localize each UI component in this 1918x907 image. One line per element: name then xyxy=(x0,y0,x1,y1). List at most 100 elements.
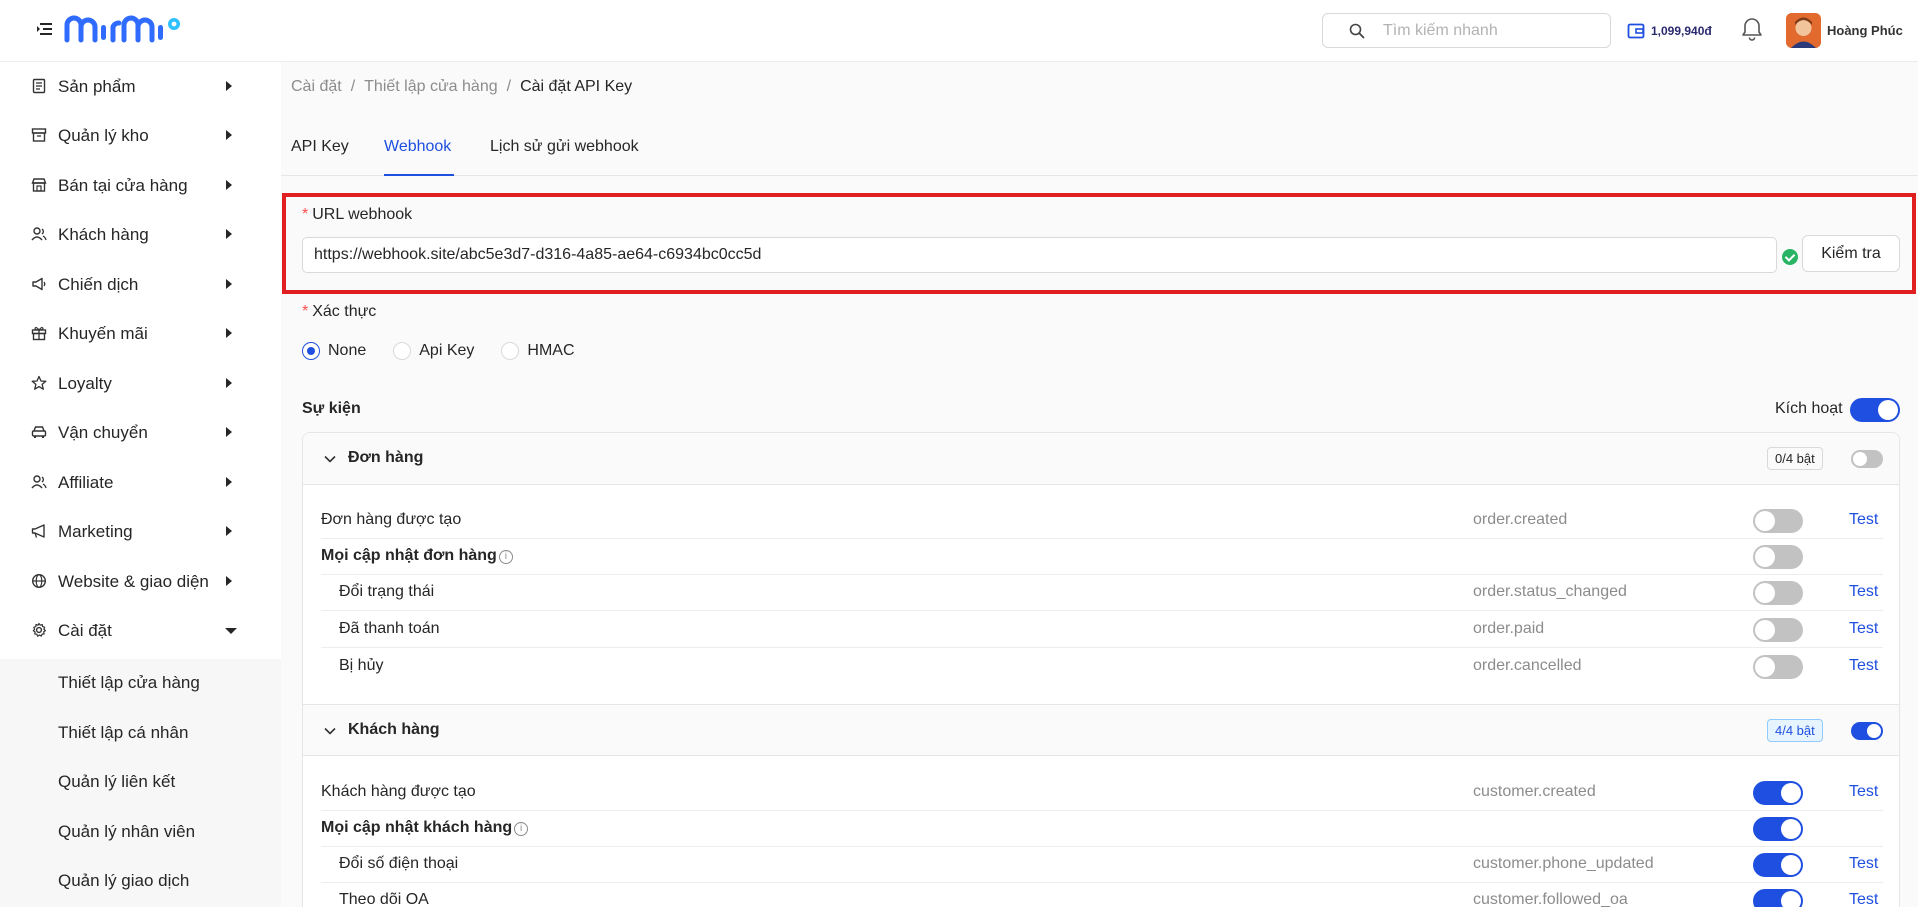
info-icon[interactable]: i xyxy=(498,550,513,564)
auth-option-hmac[interactable]: HMAC xyxy=(501,342,575,360)
tab-webhook-history[interactable]: Lịch sử gửi webhook xyxy=(490,136,639,176)
event-row: Đơn hàng được tạo order.created Test xyxy=(321,503,1883,539)
group-count-badge: 0/4 bật xyxy=(1767,447,1823,470)
caret-right-icon xyxy=(226,328,232,338)
store-icon xyxy=(31,178,47,192)
test-link[interactable]: Test xyxy=(1849,583,1878,601)
search-input[interactable] xyxy=(1383,20,1598,42)
test-link[interactable]: Test xyxy=(1849,620,1878,638)
event-row: Đã thanh toán order.paid Test xyxy=(321,612,1883,648)
event-code: order.created xyxy=(1473,511,1568,528)
sidebar-item-label: Website & giao diện xyxy=(58,571,209,591)
event-name: Khách hàng được tạo xyxy=(321,783,476,800)
test-link[interactable]: Test xyxy=(1849,783,1878,801)
sidebar-item-promotions[interactable]: Khuyến mãi xyxy=(0,309,281,358)
product-icon xyxy=(32,78,46,94)
group-count-badge: 4/4 bật xyxy=(1767,719,1823,742)
url-webhook-input[interactable]: https://webhook.site/abc5e3d7-d316-4a85-… xyxy=(302,237,1777,273)
event-code: customer.created xyxy=(1473,783,1596,800)
sidebar-item-settings[interactable]: Cài đặt xyxy=(0,606,281,655)
event-code: order.status_changed xyxy=(1473,583,1627,600)
sidebar-item-label: Affiliate xyxy=(58,472,114,492)
auth-option-api-key[interactable]: Api Key xyxy=(393,342,474,360)
breadcrumb-store-setup[interactable]: Thiết lập cửa hàng xyxy=(364,78,497,96)
breadcrumb-separator: / xyxy=(506,78,512,95)
sidebar-item-products[interactable]: Sản phẩm xyxy=(0,62,281,111)
sidebar-item-loyalty[interactable]: Loyalty xyxy=(0,359,281,408)
submenu-personal-setup[interactable]: Thiết lập cá nhân xyxy=(0,709,281,758)
event-toggle[interactable] xyxy=(1753,781,1803,805)
campaign-icon xyxy=(32,277,46,291)
star-icon xyxy=(31,375,47,390)
group-header-orders[interactable]: Đơn hàng 0/4 bật xyxy=(303,433,1899,485)
event-toggle[interactable] xyxy=(1753,581,1803,605)
event-toggle[interactable] xyxy=(1753,618,1803,642)
gear-icon xyxy=(32,622,46,637)
activate-toggle[interactable] xyxy=(1850,398,1900,422)
submenu-staff[interactable]: Quản lý nhân viên xyxy=(0,808,281,857)
sidebar-item-warehouse[interactable]: Quản lý kho xyxy=(0,111,281,160)
event-toggle[interactable] xyxy=(1753,889,1803,907)
test-link[interactable]: Test xyxy=(1849,891,1878,907)
submenu-links[interactable]: Quản lý liên kết xyxy=(0,758,281,807)
caret-right-icon xyxy=(226,526,232,536)
event-row: Khách hàng được tạo customer.created Tes… xyxy=(321,775,1883,811)
sidebar-item-marketing[interactable]: Marketing xyxy=(0,507,281,556)
user-menu[interactable]: Hoàng Phúc xyxy=(1786,13,1903,48)
sidebar-item-campaigns[interactable]: Chiến dịch xyxy=(0,260,281,309)
caret-right-icon xyxy=(226,81,232,91)
auth-option-none[interactable]: None xyxy=(302,342,366,360)
menu-collapse-icon[interactable] xyxy=(36,20,54,38)
submenu-store-setup[interactable]: Thiết lập cửa hàng xyxy=(0,659,281,708)
breadcrumb-separator: / xyxy=(350,78,356,95)
event-toggle[interactable] xyxy=(1753,545,1803,569)
sidebar-item-label: Chiến dịch xyxy=(58,274,139,294)
group-toggle-customers[interactable] xyxy=(1851,722,1883,740)
sidebar-item-website[interactable]: Website & giao diện xyxy=(0,557,281,606)
minai-logo[interactable] xyxy=(64,14,180,44)
wallet-balance[interactable]: 1,099,940đ xyxy=(1627,20,1712,42)
megaphone-icon xyxy=(31,524,45,538)
caret-right-icon xyxy=(226,279,232,289)
breadcrumb: Cài đặt / Thiết lập cửa hàng / Cài đặt A… xyxy=(291,78,632,96)
event-code: customer.phone_updated xyxy=(1473,855,1654,872)
group-toggle-orders[interactable] xyxy=(1851,450,1883,468)
sidebar-item-label: Khuyến mãi xyxy=(58,323,148,343)
sidebar-item-customers[interactable]: Khách hàng xyxy=(0,210,281,259)
event-name: Đơn hàng được tạo xyxy=(321,511,462,528)
tab-webhook[interactable]: Webhook xyxy=(384,136,454,176)
sidebar-item-pos[interactable]: Bán tại cửa hàng xyxy=(0,161,281,210)
tab-api-key[interactable]: API Key xyxy=(291,136,349,176)
event-row: Theo dõi OA customer.followed_oa Test xyxy=(321,883,1883,907)
event-name: Mọi cập nhật khách hàng i xyxy=(321,819,529,837)
notification-bell-icon[interactable] xyxy=(1740,16,1764,42)
chevron-down-icon[interactable] xyxy=(323,724,337,738)
chevron-down-icon[interactable] xyxy=(323,452,337,466)
sidebar-item-shipping[interactable]: Vận chuyển xyxy=(0,408,281,457)
event-toggle[interactable] xyxy=(1753,655,1803,679)
auth-label: * Xác thực xyxy=(302,303,377,320)
test-link[interactable]: Test xyxy=(1849,855,1878,873)
event-toggle[interactable] xyxy=(1753,817,1803,841)
submenu-transactions[interactable]: Quản lý giao dịch xyxy=(0,857,281,906)
event-toggle[interactable] xyxy=(1753,853,1803,877)
quick-search[interactable] xyxy=(1322,13,1611,48)
group-header-customers[interactable]: Khách hàng 4/4 bật xyxy=(303,704,1899,756)
sidebar-item-label: Loyalty xyxy=(58,373,112,393)
url-webhook-label: * URL webhook xyxy=(302,206,413,223)
sidebar-item-affiliate[interactable]: Affiliate xyxy=(0,458,281,507)
avatar xyxy=(1786,13,1821,48)
info-icon[interactable]: i xyxy=(514,822,529,836)
submenu-label: Quản lý nhân viên xyxy=(58,822,196,841)
test-link[interactable]: Test xyxy=(1849,511,1878,529)
test-link[interactable]: Test xyxy=(1849,657,1878,675)
caret-down-icon xyxy=(225,628,237,634)
tab-bar: API Key Webhook Lịch sử gửi webhook xyxy=(281,136,1918,176)
radio-selected-icon xyxy=(302,342,320,360)
breadcrumb-settings[interactable]: Cài đặt xyxy=(291,78,342,96)
check-url-button[interactable]: Kiểm tra xyxy=(1802,235,1900,272)
event-code: order.cancelled xyxy=(1473,657,1582,674)
wallet-amount: 1,099,940đ xyxy=(1651,24,1712,38)
event-code: order.paid xyxy=(1473,620,1545,637)
event-toggle[interactable] xyxy=(1753,509,1803,533)
